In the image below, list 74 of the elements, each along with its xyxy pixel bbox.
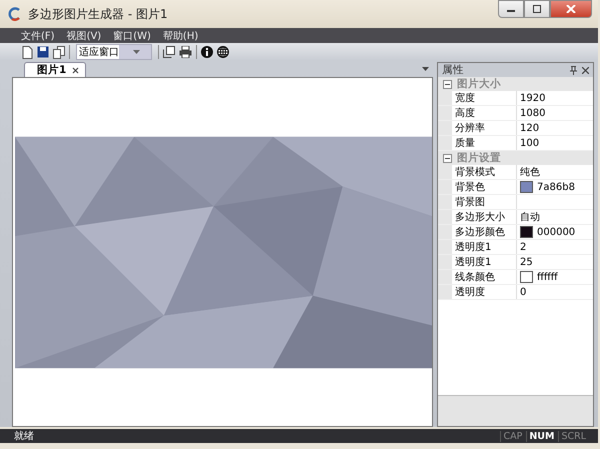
window-title: 多边形图片生成器 - 图片1 (28, 6, 169, 22)
property-value[interactable]: 7a86b8 (537, 182, 575, 192)
save-icon[interactable] (37, 46, 49, 58)
property-row[interactable]: 线条颜色 ffffff (438, 270, 593, 285)
property-value[interactable]: 000000 (537, 226, 576, 238)
property-row[interactable]: 多边形大小 自动 (438, 210, 593, 225)
property-name: 质量 (455, 136, 475, 150)
property-value[interactable]: 120 (520, 122, 540, 134)
property-value[interactable]: 2 (520, 242, 526, 252)
color-swatch[interactable] (520, 271, 533, 283)
status-text: 就绪 (14, 430, 35, 443)
property-name: 宽度 (455, 92, 475, 105)
info-icon[interactable] (201, 46, 213, 58)
property-row[interactable]: 背景图 (438, 195, 593, 210)
menu-item[interactable]: 帮助(H) (158, 28, 204, 42)
collapse-icon[interactable] (443, 154, 452, 162)
property-value[interactable]: 100 (520, 138, 540, 148)
globe-icon[interactable] (217, 46, 229, 58)
property-name: 背景色 (455, 180, 485, 194)
property-row[interactable]: 高度 1080 (438, 106, 593, 121)
property-row[interactable]: 透明度1 2 (438, 240, 593, 255)
dropdown-arrow-icon (132, 50, 140, 54)
property-value[interactable]: 1920 (520, 92, 546, 104)
property-row[interactable]: 宽度 1920 (438, 91, 593, 106)
maximize-button[interactable] (524, 0, 550, 18)
minimize-button[interactable] (498, 0, 524, 18)
property-row[interactable]: 透明度 0 (438, 285, 593, 300)
property-name: 线条颜色 (455, 270, 495, 284)
group-label: 图片大小 (457, 77, 501, 91)
property-name: 分辨率 (455, 122, 485, 135)
close-button[interactable] (550, 0, 592, 18)
property-name: 透明度 (455, 286, 485, 299)
property-name: 多边形大小 (455, 210, 505, 224)
property-name: 透明度1 (455, 256, 492, 269)
close-icon[interactable] (582, 66, 589, 74)
property-name: 背景图 (455, 196, 485, 209)
zoom-select[interactable]: 适应窗口 (76, 44, 152, 60)
property-value[interactable]: 25 (520, 256, 533, 268)
property-value[interactable]: 1080 (520, 108, 546, 118)
color-swatch[interactable] (520, 226, 533, 238)
property-row[interactable]: 透明度1 25 (438, 255, 593, 270)
property-name: 高度 (455, 106, 475, 120)
color-swatch[interactable] (520, 181, 533, 193)
app-logo-icon (8, 7, 22, 21)
menu-item[interactable]: 视图(V) (62, 28, 106, 42)
pin-icon[interactable] (570, 66, 577, 74)
property-value[interactable]: 0 (520, 286, 526, 298)
property-name: 透明度1 (455, 240, 492, 254)
dropdown-arrow-icon[interactable] (422, 67, 429, 71)
panel-title: 属性 (442, 63, 465, 77)
close-icon (566, 5, 576, 13)
menu-item[interactable]: 文件(F) (16, 28, 60, 42)
property-name: 多边形颜色 (455, 226, 505, 239)
image-frame-icon[interactable] (163, 46, 175, 58)
property-row[interactable]: 分辨率 120 (438, 121, 593, 136)
property-value[interactable]: 纯色 (520, 165, 540, 179)
key-indicator: CAP (500, 430, 524, 442)
new-file-icon[interactable] (22, 46, 33, 58)
collapse-icon[interactable] (443, 80, 452, 88)
property-row[interactable]: 背景模式 纯色 (438, 165, 593, 180)
maximize-icon (532, 5, 542, 13)
copy-icon[interactable] (53, 46, 65, 58)
key-indicator: SCRL (558, 430, 588, 442)
property-value[interactable]: 自动 (520, 210, 540, 224)
property-row[interactable]: 多边形颜色 000000 (438, 225, 593, 240)
menu-item[interactable]: 窗口(W) (108, 28, 156, 42)
key-indicator: NUM (526, 430, 556, 442)
close-icon[interactable] (72, 66, 80, 74)
print-icon[interactable] (179, 46, 192, 58)
document-tab[interactable]: 图片1 (24, 62, 86, 77)
group-label: 图片设置 (457, 151, 501, 165)
property-value[interactable]: ffffff (537, 272, 558, 282)
property-name: 背景模式 (455, 166, 495, 179)
property-row[interactable]: 背景色 7a86b8 (438, 180, 593, 195)
